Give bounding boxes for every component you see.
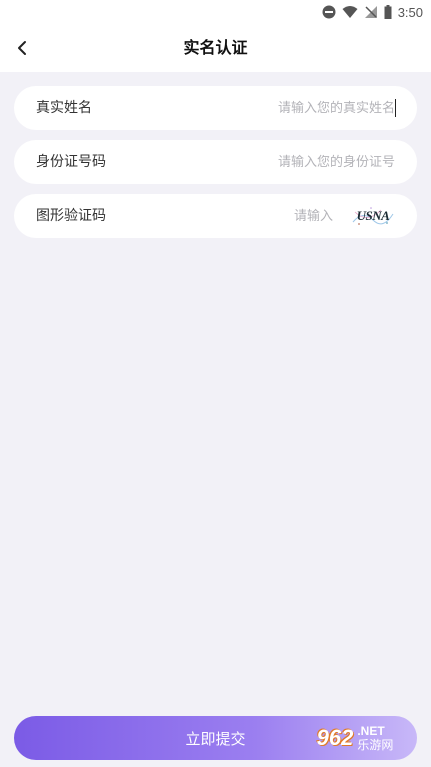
submit-button[interactable]: 立即提交 <box>14 716 417 760</box>
no-signal-icon <box>364 6 377 18</box>
battery-icon <box>384 5 392 19</box>
nav-bar: 实名认证 <box>0 24 431 72</box>
id-number-input[interactable] <box>205 150 395 174</box>
page-title: 实名认证 <box>183 38 248 57</box>
name-input[interactable] <box>205 96 395 120</box>
name-label: 真实姓名 <box>36 100 92 116</box>
id-number-field: 身份证号码 <box>14 140 417 184</box>
captcha-text: USNA <box>357 208 391 223</box>
status-time: 3:50 <box>397 4 423 20</box>
captcha-field: 图形验证码 USNA <box>14 194 417 238</box>
status-icons: 3:50 <box>322 3 423 21</box>
name-field: 真实姓名 <box>14 86 417 130</box>
captcha-label: 图形验证码 <box>36 208 106 224</box>
captcha-image[interactable]: USNA <box>351 204 395 228</box>
status-bar: 3:50 <box>0 0 431 24</box>
wifi-icon <box>342 6 358 18</box>
text-caret <box>394 99 396 117</box>
id-number-label: 身份证号码 <box>36 154 106 170</box>
captcha-input[interactable] <box>213 204 333 228</box>
do-not-disturb-icon <box>322 5 336 19</box>
